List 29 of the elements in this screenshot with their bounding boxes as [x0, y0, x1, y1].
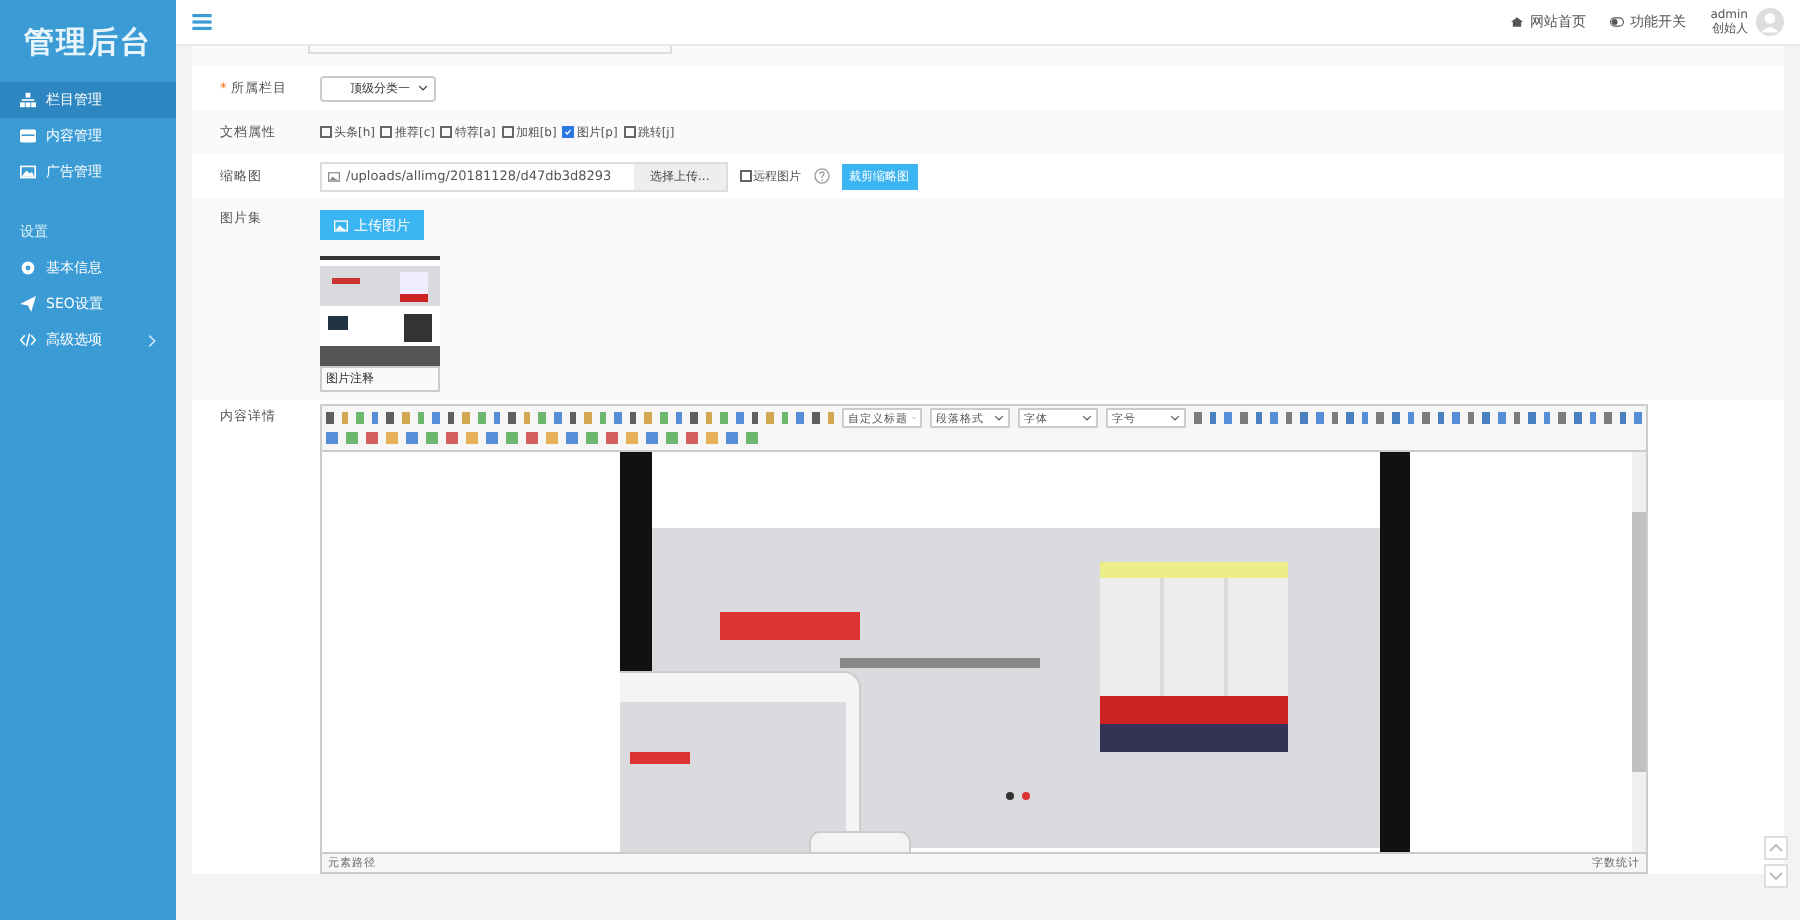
checkbox[interactable] [623, 126, 636, 138]
caret-icon [418, 84, 428, 92]
checkbox[interactable] [739, 170, 752, 182]
toggle-icon [1610, 16, 1625, 28]
caret-icon [994, 414, 1005, 422]
image-icon [20, 164, 36, 180]
scroll-up-icon[interactable] [1764, 836, 1788, 860]
checkbox[interactable] [380, 126, 393, 138]
scrollbar[interactable] [1632, 452, 1646, 852]
caret-icon [1082, 414, 1093, 422]
menu-icon[interactable] [192, 14, 212, 30]
checkbox[interactable] [562, 126, 575, 138]
list-icon [20, 128, 36, 144]
help-icon[interactable] [813, 168, 830, 184]
caret-icon [1170, 414, 1181, 422]
gear-icon [20, 260, 36, 276]
logo-text: 管理后台 [22, 22, 154, 64]
sitemap-icon [20, 92, 36, 108]
checkbox[interactable] [440, 126, 453, 138]
checkbox[interactable] [320, 126, 332, 138]
scroll-down-icon[interactable] [1764, 864, 1788, 888]
plane-icon [20, 296, 36, 312]
checkbox[interactable] [501, 126, 514, 138]
avatar-icon[interactable] [1756, 8, 1784, 36]
code-icon [20, 332, 36, 348]
website-thumbnail [320, 256, 440, 366]
scrollbar-thumb[interactable] [1632, 512, 1646, 772]
image-icon [334, 219, 348, 231]
home-icon [1510, 16, 1525, 28]
